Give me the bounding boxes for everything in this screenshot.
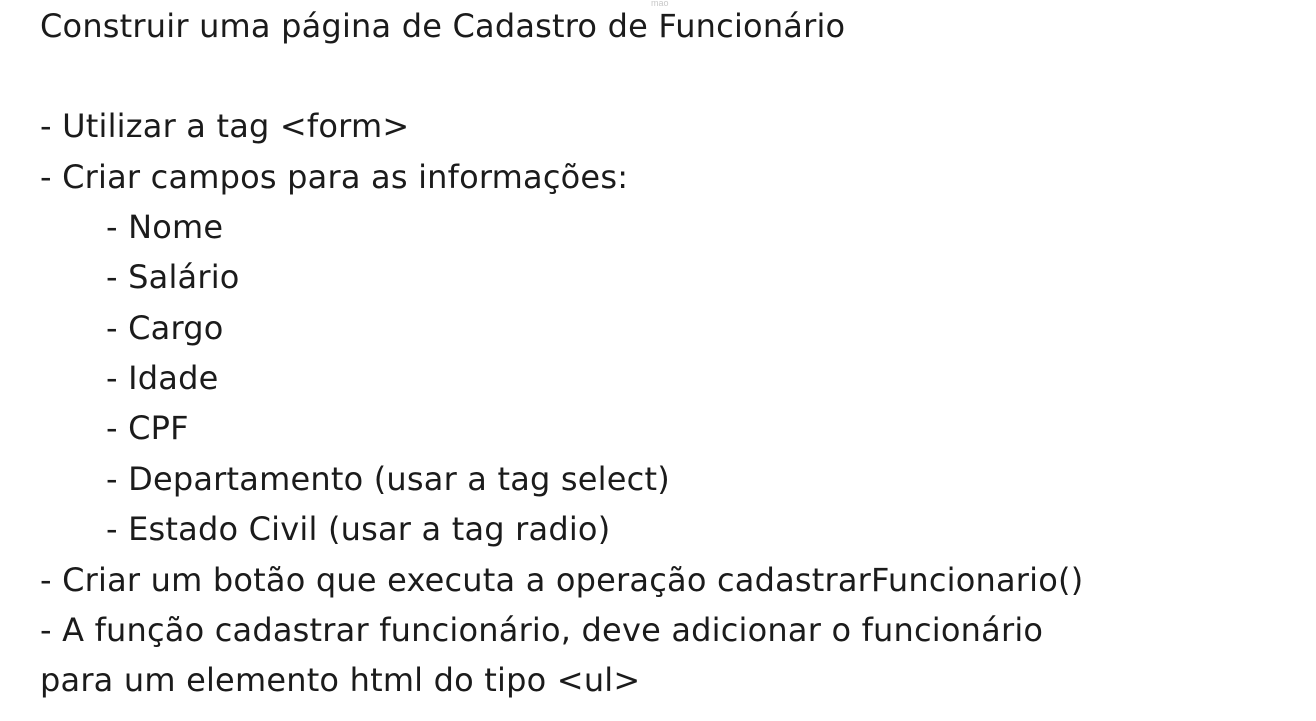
field-item-idade: - Idade — [106, 359, 219, 397]
whiteboard-canvas: mao Construir uma página de Cadastro de … — [0, 0, 1316, 721]
field-item-departamento: - Departamento (usar a tag select) — [106, 460, 670, 498]
instruction-create-button: - Criar um botão que executa a operação … — [40, 561, 1084, 599]
instruction-function-line-2: para um elemento html do tipo <ul> — [40, 661, 641, 699]
page-title: Construir uma página de Cadastro de Func… — [40, 7, 846, 45]
field-item-salario: - Salário — [106, 258, 240, 296]
field-item-cargo: - Cargo — [106, 309, 224, 347]
field-item-cpf: - CPF — [106, 409, 189, 447]
field-item-nome: - Nome — [106, 208, 224, 246]
instruction-create-fields: - Criar campos para as informações: — [40, 158, 629, 196]
field-item-estado-civil: - Estado Civil (usar a tag radio) — [106, 510, 611, 548]
instruction-function-line-1: - A função cadastrar funcionário, deve a… — [40, 611, 1044, 649]
instruction-form-tag: - Utilizar a tag <form> — [40, 107, 410, 145]
